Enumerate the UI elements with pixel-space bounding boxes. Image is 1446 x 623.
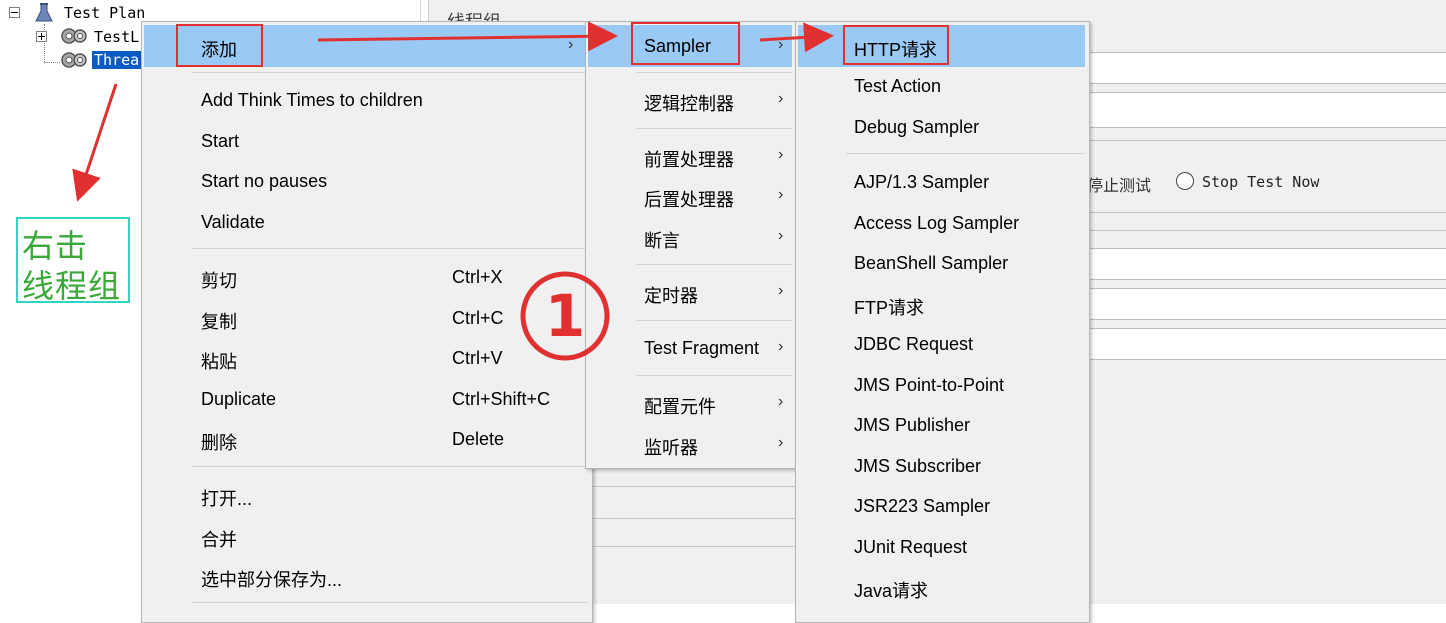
arrow-icon bbox=[72, 83, 118, 202]
annotation-overlay bbox=[72, 21, 834, 361]
annotation-line-2: 线程组 bbox=[22, 267, 122, 305]
arrow-icon bbox=[759, 22, 834, 53]
arrow-icon bbox=[317, 21, 618, 52]
step-marker: ①1 bbox=[544, 282, 586, 350]
annotation-right-click-note: 右击 线程组 bbox=[16, 217, 130, 305]
